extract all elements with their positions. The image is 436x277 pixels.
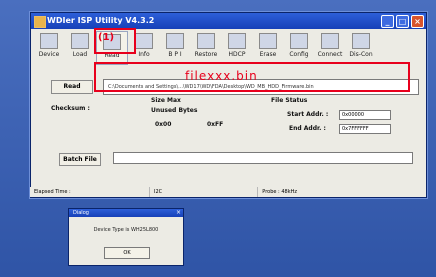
dialog-close-icon[interactable]: × bbox=[176, 209, 181, 217]
status-mid: I2C bbox=[150, 187, 259, 197]
load-icon bbox=[71, 33, 89, 49]
batch-file-path[interactable] bbox=[113, 152, 413, 164]
radio-0x00[interactable]: 0x00 bbox=[155, 121, 171, 128]
start-addr-label: Start Addr. : bbox=[287, 111, 329, 118]
toolbar-label: Erase bbox=[259, 51, 277, 58]
radio-0xff[interactable]: 0xFF bbox=[207, 121, 223, 128]
info-icon bbox=[135, 33, 153, 49]
erase-icon bbox=[259, 33, 277, 49]
dialog-ok-button[interactable]: OK bbox=[104, 247, 150, 259]
start-addr-field[interactable]: 0x00000 bbox=[339, 110, 391, 120]
toolbar-erase[interactable]: Erase bbox=[253, 31, 283, 63]
window-controls: _ □ × bbox=[381, 15, 424, 28]
toolbar-label: Dis-Con bbox=[349, 51, 373, 58]
minimize-button[interactable]: _ bbox=[381, 15, 394, 28]
size-max-label: Size Max bbox=[151, 97, 181, 104]
dialog-message: Device Type is WH25L800 bbox=[93, 227, 159, 233]
info-dialog: Dialog × Device Type is WH25L800 OK bbox=[68, 208, 184, 266]
toolbar-label: Load bbox=[72, 51, 88, 58]
bpi-icon bbox=[166, 33, 184, 49]
toolbar-label: Connect bbox=[317, 51, 343, 58]
end-addr-label: End Addr. : bbox=[289, 125, 326, 132]
end-addr-field[interactable]: 0x7FFFFFF bbox=[339, 124, 391, 134]
status-bar: Elapsed Time : I2C Probe : 48kHz bbox=[30, 187, 426, 197]
restore-icon bbox=[197, 33, 215, 49]
hdcp-icon bbox=[228, 33, 246, 49]
window-titlebar[interactable]: WDIer ISP Utility V4.3.2 _ □ × bbox=[31, 13, 426, 29]
dialog-titlebar[interactable]: Dialog × bbox=[69, 209, 183, 217]
toolbar-label: B P I bbox=[168, 51, 182, 58]
window-title: WDIer ISP Utility V4.3.2 bbox=[47, 16, 155, 25]
app-icon bbox=[34, 16, 46, 28]
toolbar: Device Load Read Info B P I Restore HDCP… bbox=[31, 31, 429, 65]
isp-utility-window: WDIer ISP Utility V4.3.2 _ □ × Device Lo… bbox=[30, 12, 427, 198]
toolbar-hdcp[interactable]: HDCP bbox=[222, 31, 252, 63]
toolbar-disconnect[interactable]: Dis-Con bbox=[346, 31, 376, 63]
toolbar-restore[interactable]: Restore bbox=[191, 31, 221, 63]
file-status-label: File Status bbox=[271, 97, 308, 104]
toolbar-device[interactable]: Device bbox=[34, 31, 64, 63]
maximize-button[interactable]: □ bbox=[396, 15, 409, 28]
toolbar-label: Device bbox=[38, 51, 60, 58]
toolbar-label: Config bbox=[289, 51, 309, 58]
device-icon bbox=[40, 33, 58, 49]
toolbar-label: HDCP bbox=[228, 51, 246, 58]
unused-bytes-label: Unused Bytes bbox=[151, 107, 198, 114]
toolbar-connect[interactable]: Connect bbox=[315, 31, 345, 63]
connect-icon bbox=[321, 33, 339, 49]
filename-overlay: filexxx.bin bbox=[185, 69, 258, 83]
batch-file-button[interactable]: Batch File bbox=[59, 153, 101, 166]
read-row: Read bbox=[51, 80, 93, 94]
toolbar-label: Restore bbox=[194, 51, 218, 58]
toolbar-label: Info bbox=[138, 51, 150, 58]
annotation-marker: (1) bbox=[98, 32, 115, 43]
read-file-button[interactable]: Read bbox=[51, 80, 93, 94]
toolbar-load[interactable]: Load bbox=[65, 31, 95, 63]
toolbar-bpi[interactable]: B P I bbox=[160, 31, 190, 63]
config-icon bbox=[290, 33, 308, 49]
status-right: Probe : 48kHz bbox=[262, 189, 297, 195]
checksum-label: Checksum : bbox=[51, 105, 90, 112]
toolbar-config[interactable]: Config bbox=[284, 31, 314, 63]
status-elapsed: Elapsed Time : bbox=[30, 187, 150, 197]
close-button[interactable]: × bbox=[411, 15, 424, 28]
dialog-title: Dialog bbox=[73, 210, 89, 216]
disconnect-icon bbox=[352, 33, 370, 49]
